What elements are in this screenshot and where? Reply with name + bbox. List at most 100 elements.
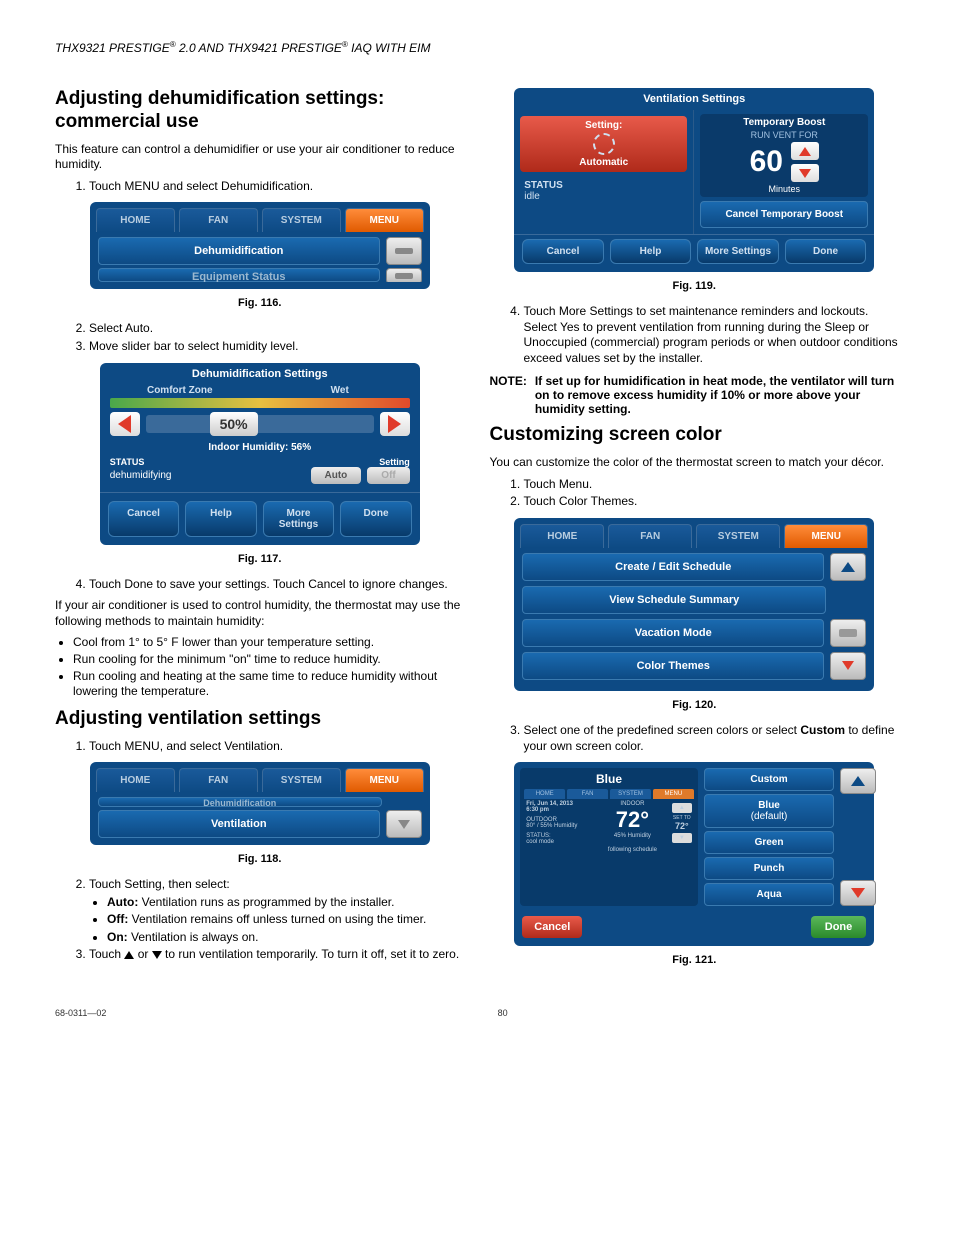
auto-button[interactable]: Auto [311, 467, 362, 484]
help-button[interactable]: Help [610, 239, 692, 264]
page-footer: 68-0311—02 80 [55, 1008, 899, 1018]
theme-aqua[interactable]: Aqua [704, 883, 834, 906]
setting-box[interactable]: Setting: Automatic [520, 116, 687, 172]
humidity-gradient [110, 398, 410, 408]
tab-home[interactable]: HOME [96, 768, 175, 792]
vent-opt-on: On: Ventilation is always on. [107, 930, 465, 946]
tab-system[interactable]: SYSTEM [262, 208, 341, 232]
indoor-humidity: Indoor Humidity: 56% [100, 438, 420, 457]
scroll-up-button[interactable] [830, 553, 866, 581]
setting-label: Setting: [524, 120, 683, 131]
theme-blue[interactable]: Blue(default) [704, 794, 834, 828]
status-value: idle [524, 191, 683, 202]
preview-title: Blue [524, 772, 694, 786]
fig-120-caption: Fig. 120. [490, 699, 900, 711]
tab-menu[interactable]: MENU [784, 524, 868, 548]
vent-step-4: Touch More Settings to set maintenance r… [524, 304, 900, 366]
tab-system[interactable]: SYSTEM [262, 768, 341, 792]
setting-value: Automatic [524, 157, 683, 168]
status-label: STATUS [110, 457, 260, 467]
triangle-down-icon [842, 661, 854, 670]
intro-dehum: This feature can control a dehumidifier … [55, 142, 465, 173]
theme-scroll-up[interactable] [840, 768, 876, 794]
right-column: Ventilation Settings Setting: Automatic … [490, 80, 900, 978]
slider-knob[interactable]: 50% [210, 412, 258, 436]
theme-custom[interactable]: Custom [704, 768, 834, 791]
dehum-step-1: Touch MENU and select Dehumidification. [89, 179, 465, 195]
scroll-down-button[interactable] [386, 810, 422, 838]
tab-fan[interactable]: FAN [179, 768, 258, 792]
done-button[interactable]: Done [785, 239, 867, 264]
fig-120: HOME FAN SYSTEM MENU Create / Edit Sched… [514, 518, 874, 691]
status-value: dehumidifying [110, 470, 305, 481]
more-settings-button[interactable]: More Settings [697, 239, 779, 264]
gear-icon [593, 133, 615, 155]
menu-item-above[interactable]: Dehumidification [98, 797, 382, 807]
off-button[interactable]: Off [367, 467, 409, 484]
vent-step-1: Touch MENU, and select Ventilation. [89, 739, 465, 755]
fig-121-caption: Fig. 121. [490, 954, 900, 966]
help-button[interactable]: Help [185, 501, 257, 537]
color-preview: Blue HOME FAN SYSTEM MENU Fri, Jun 14, 2… [520, 768, 698, 906]
theme-punch[interactable]: Punch [704, 857, 834, 880]
fig117-title: Dehumidification Settings [100, 363, 420, 385]
slider-track[interactable]: 50% [146, 415, 374, 433]
left-column: Adjusting dehumidification settings: com… [55, 80, 465, 978]
menu-equipment-status[interactable]: Equipment Status [98, 268, 380, 282]
preview-temp: 72° [599, 807, 666, 833]
triangle-left-icon [118, 415, 131, 433]
theme-green[interactable]: Green [704, 831, 834, 854]
preview-outdoor-val: 80° / 55% Humidity [526, 823, 593, 829]
menu-ventilation[interactable]: Ventilation [98, 810, 380, 838]
done-button[interactable]: Done [340, 501, 412, 537]
tab-fan[interactable]: FAN [179, 208, 258, 232]
tab-menu[interactable]: MENU [345, 208, 424, 232]
mini-tab: MENU [653, 789, 694, 799]
menu-dehumidification[interactable]: Dehumidification [98, 237, 380, 265]
preview-follow: following schedule [599, 847, 666, 853]
cancel-button[interactable]: Cancel [522, 916, 582, 938]
humidity-method-3: Run cooling and heating at the same time… [73, 669, 465, 700]
tab-fan[interactable]: FAN [608, 524, 692, 548]
heading-color: Customizing screen color [490, 424, 900, 447]
tab-home[interactable]: HOME [520, 524, 604, 548]
cancel-boost-button[interactable]: Cancel Temporary Boost [700, 201, 868, 228]
page-number: 80 [498, 1008, 508, 1018]
boost-up-button[interactable] [791, 142, 819, 160]
menu-color-themes[interactable]: Color Themes [522, 652, 824, 680]
menu-vacation-mode[interactable]: Vacation Mode [522, 619, 824, 647]
humidity-method-1: Cool from 1° to 5° F lower than your tem… [73, 635, 465, 651]
cancel-button[interactable]: Cancel [522, 239, 604, 264]
boost-down-button[interactable] [791, 164, 819, 182]
scroll-indicator [830, 619, 866, 647]
triangle-up-icon [841, 562, 855, 572]
slider-left-button[interactable] [110, 412, 140, 436]
humidity-method-2: Run cooling for the minimum "on" time to… [73, 652, 465, 668]
label-wet: Wet [260, 385, 420, 396]
cancel-button[interactable]: Cancel [108, 501, 180, 537]
fig-119: Ventilation Settings Setting: Automatic … [514, 88, 874, 272]
temp-boost-label: Temporary Boost [703, 117, 865, 128]
scroll-down-button[interactable] [830, 652, 866, 680]
done-button[interactable]: Done [811, 916, 867, 938]
fig-118: HOME FAN SYSTEM MENU Dehumidification Ve… [90, 762, 430, 845]
triangle-up-icon [124, 951, 134, 959]
theme-scroll-down[interactable] [840, 880, 876, 906]
scroll-down-button[interactable] [386, 268, 422, 282]
more-settings-button[interactable]: More Settings [263, 501, 335, 537]
tab-menu[interactable]: MENU [345, 768, 424, 792]
triangle-up-icon [799, 147, 811, 156]
preview-down-icon: ▼ [672, 833, 692, 843]
color-step-2: Touch Color Themes. [524, 494, 900, 510]
menu-create-schedule[interactable]: Create / Edit Schedule [522, 553, 824, 581]
vent-opt-auto: Auto: Ventilation runs as programmed by … [107, 895, 465, 911]
vent-step-2: Touch Setting, then select: Auto: Ventil… [89, 877, 465, 945]
menu-view-summary[interactable]: View Schedule Summary [522, 586, 826, 614]
vent-opt-off: Off: Ventilation remains off unless turn… [107, 912, 465, 928]
tab-home[interactable]: HOME [96, 208, 175, 232]
tab-system[interactable]: SYSTEM [696, 524, 780, 548]
fig119-title: Ventilation Settings [514, 88, 874, 110]
heading-ventilation: Adjusting ventilation settings [55, 708, 465, 731]
slider-right-button[interactable] [380, 412, 410, 436]
heading-dehum: Adjusting dehumidification settings: com… [55, 88, 465, 134]
